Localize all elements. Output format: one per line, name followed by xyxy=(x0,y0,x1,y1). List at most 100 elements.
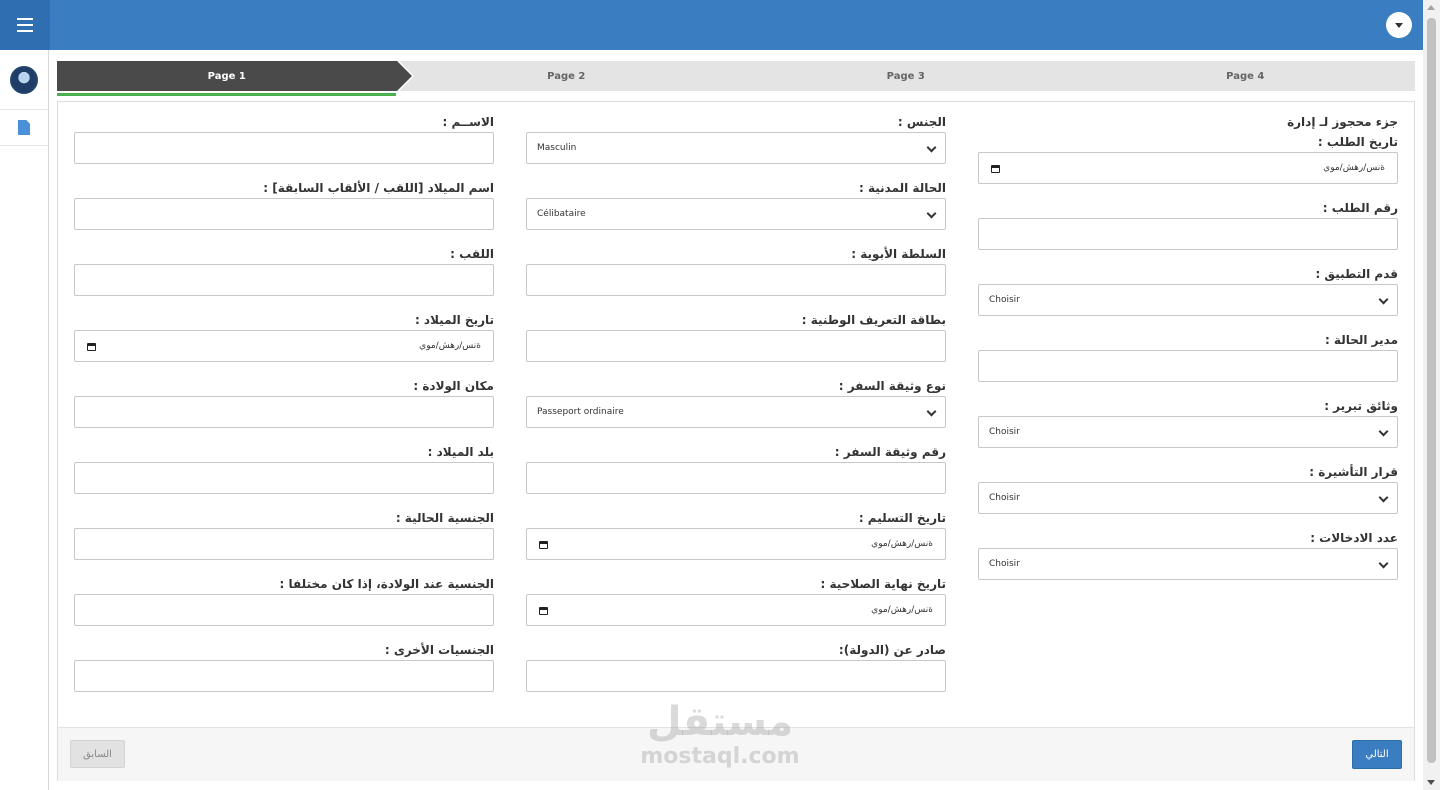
form-panel: جزء محجوز لـ إدارة تاريخ الطلب : ةنس/رهش… xyxy=(57,101,1415,781)
logo-icon xyxy=(10,65,38,94)
entries-select[interactable]: Choisir xyxy=(978,548,1398,580)
other-nationalities-input[interactable] xyxy=(74,660,494,692)
scrollbar[interactable] xyxy=(1423,0,1440,790)
scroll-up-icon[interactable] xyxy=(1427,5,1435,10)
issued-by-label: صادر عن (الدولة): xyxy=(838,643,946,657)
travel-doc-number-input[interactable] xyxy=(526,462,946,494)
name-label: الاســم : xyxy=(442,115,494,129)
date-placeholder: ةنس/رهش/موي xyxy=(871,605,933,615)
surname-input[interactable] xyxy=(74,264,494,296)
watermark-brand: مستقل xyxy=(646,699,794,745)
chevron-down-icon xyxy=(926,208,937,219)
date-placeholder: ةنس/رهش/موي xyxy=(871,539,933,549)
birth-place-input[interactable] xyxy=(74,396,494,428)
birth-country-label: بلد الميلاد : xyxy=(427,445,494,459)
visa-decision-select[interactable]: Choisir xyxy=(978,482,1398,514)
step-page-4[interactable]: Page 4 xyxy=(1076,61,1416,91)
admin-section-heading: جزء محجوز لـ إدارة xyxy=(1287,115,1398,129)
sidebar-avatar[interactable] xyxy=(0,50,48,110)
birth-name-label: اسم الميلاد [اللقب / الألقاب السابقة] : xyxy=(263,181,494,195)
birth-place-label: مكان الولادة : xyxy=(413,379,494,393)
birth-date-label: تاريخ الميلاد : xyxy=(414,313,494,327)
left-column: الاســم : اسم الميلاد [اللقب / الألقاب ا… xyxy=(74,112,494,706)
date-placeholder: ةنس/رهش/موي xyxy=(1323,163,1385,173)
watermark-logo: مستقل mostaql.com xyxy=(620,700,820,770)
birth-country-input[interactable] xyxy=(74,462,494,494)
request-date-input[interactable]: ةنس/رهش/موي xyxy=(978,152,1398,184)
scroll-down-icon[interactable] xyxy=(1427,780,1435,785)
app-progress-label: قدم التطبيق : xyxy=(1315,267,1398,281)
chevron-down-icon xyxy=(926,142,937,153)
next-button[interactable]: التالي xyxy=(1352,740,1402,769)
chevron-down-icon xyxy=(1378,558,1389,569)
select-value: Passeport ordinaire xyxy=(537,407,624,417)
current-nationality-input[interactable] xyxy=(74,528,494,560)
chevron-down-icon xyxy=(926,406,937,417)
calendar-icon[interactable] xyxy=(539,607,548,615)
step-page-2[interactable]: Page 2 xyxy=(397,61,737,91)
justification-docs-label: وثائق تبرير : xyxy=(1324,399,1398,413)
step-page-1[interactable]: Page 1 xyxy=(57,60,413,92)
select-value: Choisir xyxy=(989,559,1020,569)
parental-authority-input[interactable] xyxy=(526,264,946,296)
travel-doc-type-select[interactable]: Passeport ordinaire xyxy=(526,396,946,428)
civil-status-select[interactable]: Célibataire xyxy=(526,198,946,230)
user-dropdown-button[interactable] xyxy=(1386,12,1412,38)
top-navbar xyxy=(0,0,1423,50)
caret-down-icon xyxy=(1395,22,1403,28)
birth-name-input[interactable] xyxy=(74,198,494,230)
request-number-label: رقم الطلب : xyxy=(1322,201,1398,215)
birth-nationality-label: الجنسية عند الولادة، إذا كان مختلفا : xyxy=(279,577,494,591)
expiry-date-label: تاريخ نهاية الصلاحية : xyxy=(820,577,946,591)
case-manager-input[interactable] xyxy=(978,350,1398,382)
middle-column: الجنس : Masculin الحالة المدنية : Céliba… xyxy=(526,112,946,706)
chevron-down-icon xyxy=(1378,426,1389,437)
parental-authority-label: السلطة الأبوية : xyxy=(851,247,946,261)
date-placeholder: ةنس/رهش/موي xyxy=(419,341,481,351)
select-value: Choisir xyxy=(989,493,1020,503)
hamburger-menu-icon[interactable] xyxy=(0,0,50,50)
document-icon xyxy=(18,120,30,135)
request-date-label: تاريخ الطلب : xyxy=(1317,135,1398,149)
other-nationalities-label: الجنسيات الأخرى : xyxy=(384,643,494,657)
select-value: Célibataire xyxy=(537,209,586,219)
visa-decision-label: قرار التأشيرة : xyxy=(1309,465,1398,479)
select-value: Choisir xyxy=(989,295,1020,305)
birth-nationality-input[interactable] xyxy=(74,594,494,626)
step-page-3[interactable]: Page 3 xyxy=(736,61,1076,91)
watermark-url: mostaql.com xyxy=(640,744,800,769)
gender-label: الجنس : xyxy=(897,115,946,129)
previous-button[interactable]: السابق xyxy=(70,740,125,768)
issue-date-label: تاريخ التسليم : xyxy=(858,511,946,525)
surname-label: اللقب : xyxy=(450,247,494,261)
step-progress-bar xyxy=(57,93,396,96)
issue-date-input[interactable]: ةنس/رهش/موي xyxy=(526,528,946,560)
calendar-icon[interactable] xyxy=(539,541,548,549)
calendar-icon[interactable] xyxy=(87,343,96,351)
scroll-thumb[interactable] xyxy=(1427,18,1436,763)
chevron-down-icon xyxy=(1378,492,1389,503)
expiry-date-input[interactable]: ةنس/رهش/موي xyxy=(526,594,946,626)
travel-doc-type-label: نوع وثيقة السفر : xyxy=(838,379,946,393)
issued-by-input[interactable] xyxy=(526,660,946,692)
justification-docs-select[interactable]: Choisir xyxy=(978,416,1398,448)
app-progress-select[interactable]: Choisir xyxy=(978,284,1398,316)
travel-doc-number-label: رقم وثيقة السفر : xyxy=(834,445,946,459)
national-id-input[interactable] xyxy=(526,330,946,362)
sidebar-item-documents[interactable] xyxy=(0,110,48,146)
current-nationality-label: الجنسية الحالية : xyxy=(395,511,494,525)
select-value: Masculin xyxy=(537,143,577,153)
entries-label: عدد الادخالات : xyxy=(1310,531,1398,545)
case-manager-label: مدير الحالة : xyxy=(1324,333,1398,347)
name-input[interactable] xyxy=(74,132,494,164)
civil-status-label: الحالة المدنية : xyxy=(859,181,946,195)
national-id-label: بطاقة التعريف الوطنية : xyxy=(801,313,946,327)
calendar-icon[interactable] xyxy=(991,165,1000,173)
sidebar xyxy=(0,50,49,790)
select-value: Choisir xyxy=(989,427,1020,437)
wizard-steps: Page 1 Page 2 Page 3 Page 4 xyxy=(57,60,1416,92)
request-number-input[interactable] xyxy=(978,218,1398,250)
birth-date-input[interactable]: ةنس/رهش/موي xyxy=(74,330,494,362)
gender-select[interactable]: Masculin xyxy=(526,132,946,164)
chevron-down-icon xyxy=(1378,294,1389,305)
